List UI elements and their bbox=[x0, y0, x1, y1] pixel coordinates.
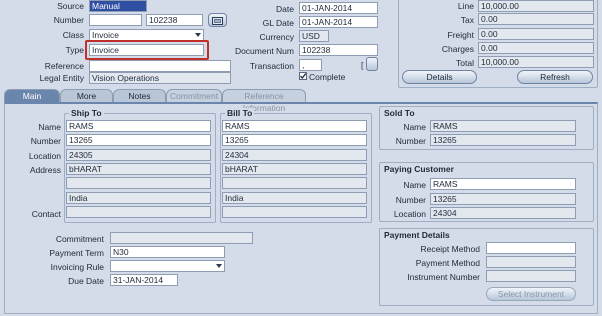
tab-reference-information[interactable]: Reference Information bbox=[222, 89, 306, 113]
ship-to-address1: bHARAT bbox=[66, 163, 211, 175]
currency-field[interactable]: USD bbox=[299, 30, 329, 42]
bill-to-location-field[interactable]: 24304 bbox=[222, 149, 367, 161]
tab-commitment[interactable]: Commitment bbox=[166, 89, 222, 102]
source-field[interactable]: Manual bbox=[89, 0, 147, 12]
document-num-field[interactable]: 102238 bbox=[299, 44, 378, 56]
complete-label: Complete bbox=[309, 72, 346, 82]
commitment-label: Commitment bbox=[55, 234, 104, 244]
ship-to-address2 bbox=[66, 177, 211, 189]
receipt-method-label: Receipt Method bbox=[420, 244, 480, 254]
bill-to-address3: India bbox=[222, 192, 367, 204]
date-label: Date bbox=[276, 4, 294, 14]
due-date-label: Due Date bbox=[68, 276, 104, 286]
paying-customer-name-field[interactable]: RAMS bbox=[430, 178, 576, 190]
details-button[interactable]: Details bbox=[402, 70, 477, 84]
due-date-field[interactable]: 31-JAN-2014 bbox=[110, 274, 178, 286]
charges-field[interactable]: 0.00 bbox=[478, 42, 594, 54]
reference-field[interactable] bbox=[89, 60, 231, 72]
address-location-label: Location bbox=[28, 151, 61, 161]
tab-more[interactable]: More bbox=[60, 89, 113, 102]
charges-label: Charges bbox=[441, 44, 474, 54]
invoicing-rule-label: Invoicing Rule bbox=[50, 262, 104, 272]
tax-label: Tax bbox=[460, 15, 474, 25]
number-label: Number bbox=[53, 15, 84, 25]
type-field[interactable]: Invoice bbox=[89, 44, 204, 56]
sold-to-number-label: Number bbox=[395, 136, 426, 146]
legal-entity-label: Legal Entity bbox=[39, 73, 84, 83]
currency-label: Currency bbox=[259, 32, 294, 42]
paying-customer-name-label: Name bbox=[403, 180, 426, 190]
select-instrument-button[interactable]: Select Instrument bbox=[486, 287, 576, 301]
sold-to-name-label: Name bbox=[403, 122, 426, 132]
total-field[interactable]: 10,000.00 bbox=[478, 56, 594, 68]
gl-date-label: GL Date bbox=[262, 18, 294, 28]
line-label: Line bbox=[457, 1, 474, 11]
instrument-number-label: Instrument Number bbox=[407, 272, 480, 282]
paying-customer-location-label: Location bbox=[393, 209, 426, 219]
type-label: Type bbox=[65, 45, 84, 55]
chevron-down-icon bbox=[195, 33, 201, 37]
payment-details-title: Payment Details bbox=[384, 230, 450, 240]
address-number-label: Number bbox=[30, 136, 61, 146]
number-lookup-button[interactable] bbox=[208, 13, 227, 27]
class-select-value: Invoice bbox=[92, 30, 119, 40]
date-field[interactable]: 01-JAN-2014 bbox=[299, 2, 378, 14]
document-num-label: Document Num bbox=[234, 46, 294, 56]
refresh-button[interactable]: Refresh bbox=[517, 70, 593, 84]
payment-term-label: Payment Term bbox=[49, 248, 104, 258]
total-label: Total bbox=[456, 58, 474, 68]
bill-to-address1: bHARAT bbox=[222, 163, 367, 175]
paying-customer-location-field[interactable]: 24304 bbox=[430, 207, 576, 219]
tax-field[interactable]: 0.00 bbox=[478, 13, 594, 25]
legal-entity-field[interactable]: Vision Operations bbox=[89, 72, 231, 84]
bill-to-number-field[interactable]: 13265 bbox=[222, 134, 367, 146]
tab-main[interactable]: Main bbox=[4, 89, 60, 102]
receipt-method-field[interactable] bbox=[486, 242, 576, 254]
paying-customer-number-field[interactable]: 13265 bbox=[430, 193, 576, 205]
folder-icon bbox=[212, 17, 223, 25]
payment-method-label: Payment Method bbox=[415, 258, 480, 268]
class-label: Class bbox=[62, 30, 84, 40]
number-field-2[interactable]: 102238 bbox=[146, 14, 203, 26]
payment-term-field[interactable]: N30 bbox=[110, 246, 225, 258]
invoicing-rule-select[interactable] bbox=[110, 260, 225, 272]
ship-to-location-field[interactable]: 24305 bbox=[66, 149, 211, 161]
checkmark-icon bbox=[300, 73, 307, 80]
address-name-label: Name bbox=[38, 122, 61, 132]
gl-date-field[interactable]: 01-JAN-2014 bbox=[299, 16, 378, 28]
freight-label: Freight bbox=[447, 30, 474, 40]
number-field[interactable] bbox=[89, 14, 142, 26]
sold-to-name-field[interactable]: RAMS bbox=[430, 120, 576, 132]
payment-method-field[interactable] bbox=[486, 256, 576, 268]
line-field[interactable]: 10,000.00 bbox=[478, 0, 594, 12]
commitment-field[interactable] bbox=[110, 232, 253, 244]
transaction-field[interactable]: , bbox=[299, 59, 322, 71]
bill-to-name-field[interactable]: RAMS bbox=[222, 120, 367, 132]
ship-to-name-field[interactable]: RAMS bbox=[66, 120, 211, 132]
ship-to-address4 bbox=[66, 206, 211, 218]
transaction-flex-button[interactable] bbox=[366, 57, 378, 71]
tab-notes[interactable]: Notes bbox=[113, 89, 166, 102]
paying-customer-number-label: Number bbox=[395, 195, 426, 205]
paying-customer-title: Paying Customer bbox=[384, 164, 454, 174]
transaction-bracket-left: [ bbox=[361, 60, 364, 70]
freight-field[interactable]: 0.00 bbox=[478, 28, 594, 40]
bill-to-address2 bbox=[222, 177, 367, 189]
bill-to-address4 bbox=[222, 206, 367, 218]
bill-to-title: Bill To bbox=[225, 108, 255, 119]
ship-to-address3: India bbox=[66, 192, 211, 204]
address-address-label: Address bbox=[29, 165, 61, 175]
sold-to-number-field[interactable]: 13265 bbox=[430, 134, 576, 146]
complete-checkbox[interactable] bbox=[299, 72, 307, 80]
chevron-down-icon bbox=[216, 264, 222, 268]
reference-label: Reference bbox=[44, 61, 84, 71]
transaction-label: Transaction bbox=[249, 61, 294, 71]
instrument-number-field[interactable] bbox=[486, 270, 576, 282]
source-label: Source bbox=[57, 1, 84, 11]
address-contact-label: Contact bbox=[31, 209, 61, 219]
ship-to-title: Ship To bbox=[69, 108, 104, 119]
ship-to-number-field[interactable]: 13265 bbox=[66, 134, 211, 146]
sold-to-title: Sold To bbox=[384, 108, 415, 118]
